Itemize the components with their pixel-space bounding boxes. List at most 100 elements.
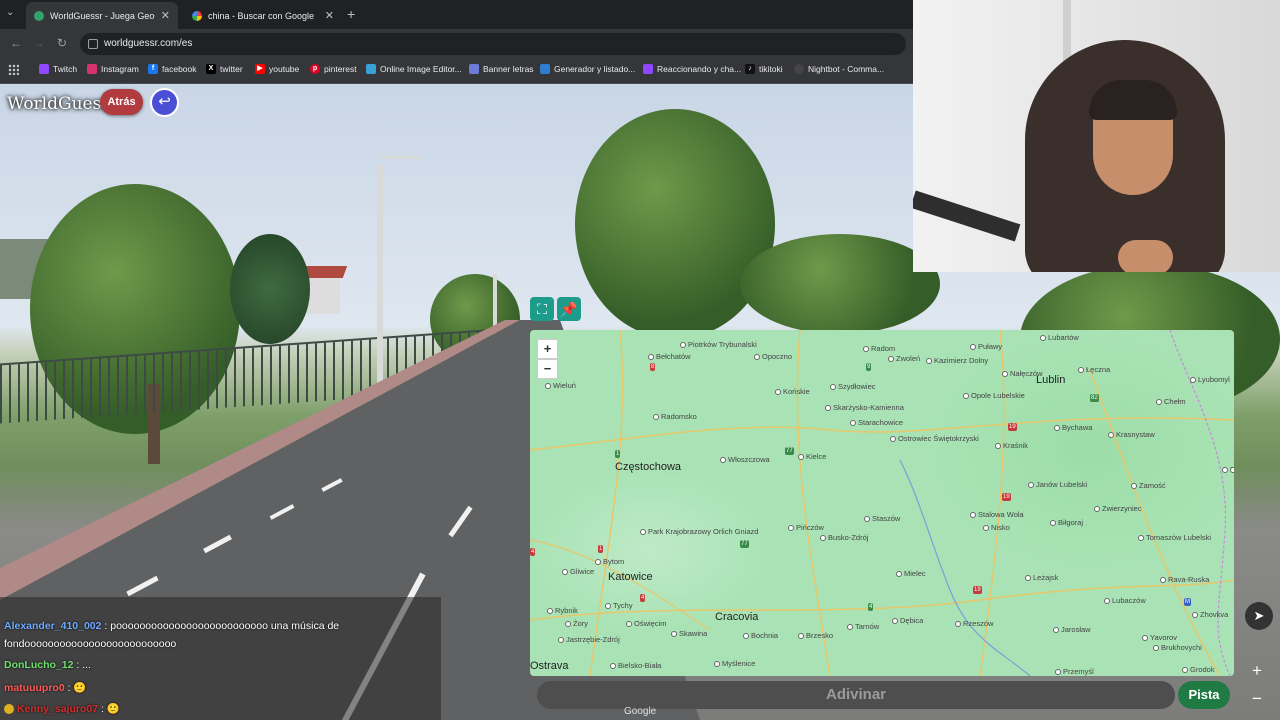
map-city-label: Radomsko xyxy=(653,412,697,421)
map-city-label: Zhovkva xyxy=(1192,610,1228,619)
bookmark-nightbot[interactable]: Nightbot - Comma... xyxy=(794,64,884,74)
map-city-label: Bochnia xyxy=(743,631,778,640)
back-button[interactable]: Atrás xyxy=(100,89,143,115)
map-city-label: Jarosław xyxy=(1053,625,1091,634)
twitch-icon xyxy=(39,64,49,74)
map-city-label: Włoszczowa xyxy=(720,455,770,464)
map-city-label: Leżajsk xyxy=(1025,573,1058,582)
expand-icon: ⛶ xyxy=(537,301,547,317)
zoom-in-button[interactable]: + xyxy=(537,339,558,359)
new-tab-icon[interactable]: + xyxy=(347,6,355,22)
bookmark-label: Online Image Editor... xyxy=(380,64,462,74)
bookmark-label: Generador y listado... xyxy=(554,64,636,74)
compass-icon[interactable]: ➤ xyxy=(1245,602,1273,630)
mic-arm xyxy=(913,190,1021,242)
map-city-label: Krasnystaw xyxy=(1108,430,1155,439)
twitch-icon xyxy=(643,64,653,74)
zoom-out-button[interactable]: − xyxy=(537,359,558,379)
tab-worldguessr[interactable]: WorldGuessr - Juega GeoGuessr ✕ xyxy=(26,2,178,29)
bookmark-tikitoki[interactable]: ♪ tikitoki xyxy=(745,64,783,74)
map-city-label: Katowice xyxy=(608,571,653,583)
bookmark-banner-letras[interactable]: Banner letras xyxy=(469,64,534,74)
bookmark-label: tikitoki xyxy=(759,64,783,74)
map-city-label: Bielsko-Biała xyxy=(610,661,661,670)
bookmark-youtube[interactable]: ▶ youtube xyxy=(255,64,299,74)
tab-search-icon[interactable]: ⌄ xyxy=(6,7,14,18)
map-city-label: Ostrowiec Świętokrzyski xyxy=(890,434,979,443)
road-shield-icon: 19 xyxy=(973,586,982,594)
bookmarks-bar: Twitch Instagram f facebook Xtwitter ▶ you… xyxy=(0,58,913,84)
map-city-label: Staszów xyxy=(864,514,900,523)
map-city-label: Radom xyxy=(863,344,895,353)
back-arrow-icon[interactable]: ← xyxy=(10,36,22,50)
road-shield-icon: 4 xyxy=(530,548,536,556)
road-shield-icon: 77 xyxy=(785,447,794,455)
tab-google-search[interactable]: china - Buscar con Google ✕ xyxy=(184,2,342,29)
chat-message: DonLucho_12 : ... xyxy=(4,659,91,671)
url-input[interactable]: worldguessr.com/es xyxy=(80,33,906,55)
youtube-icon: ▶ xyxy=(255,64,265,74)
chat-username: DonLucho_12 xyxy=(4,659,74,671)
worldguessr-favicon xyxy=(34,10,44,21)
chat-message: fondoooooooooooooooooooooooooo xyxy=(4,638,176,650)
map-city-label: Wieluń xyxy=(545,381,576,390)
map-city-label: Żory xyxy=(565,619,588,628)
bookmark-online-image-editor[interactable]: Online Image Editor... xyxy=(366,64,462,74)
apps-grid-icon[interactable] xyxy=(8,64,19,75)
guess-button[interactable]: Adivinar xyxy=(537,681,1175,709)
road-shield-icon: 19 xyxy=(1002,493,1011,501)
pin-icon: 📌 xyxy=(560,301,578,317)
expand-map-button[interactable]: ⛶ xyxy=(530,297,554,321)
map-city-label: Stalowa Wola xyxy=(970,510,1024,519)
stream-chat: Alexander_410_002 : pooooooooooooooooooo… xyxy=(0,597,441,720)
map-city-label: Końskie xyxy=(775,387,810,396)
map-city-label: Cracovia xyxy=(715,611,759,623)
bookmark-label: Twitch xyxy=(53,64,78,74)
reload-icon[interactable]: ↻ xyxy=(57,36,67,50)
map-city-label: Tomaszów Lubelski xyxy=(1138,533,1211,542)
map-city-label: Opole Lubelskie xyxy=(963,391,1025,400)
bookmark-generador[interactable]: Generador y listado... xyxy=(540,64,635,74)
chat-text: : poooooooooooooooooooooooooo una música… xyxy=(104,620,340,632)
return-to-start-button[interactable]: ↩ xyxy=(150,88,179,117)
map-city-label: Zamość xyxy=(1131,481,1166,490)
bookmark-facebook[interactable]: f facebook xyxy=(148,64,197,74)
banner-icon xyxy=(469,64,479,74)
map-city-label: Brukhovychi xyxy=(1153,643,1202,652)
map-city-label: Biłgoraj xyxy=(1050,518,1083,527)
bookmark-twitter[interactable]: Xtwitter xyxy=(206,64,243,74)
map-city-label: Volodymyr xyxy=(1230,465,1234,474)
chat-username: Kenny_sajuro07 xyxy=(16,703,99,715)
map-city-label: Ostrava xyxy=(530,660,569,672)
bookmark-label: Banner letras xyxy=(483,64,534,74)
tab-bar: ⌄ WorldGuessr - Juega GeoGuessr ✕ china … xyxy=(0,0,913,29)
map-city-label: Zwierzyniec xyxy=(1094,504,1142,513)
map-city-label: Lublin xyxy=(1036,374,1066,386)
subscriber-badge-icon xyxy=(4,704,14,715)
bookmark-reaccionando[interactable]: Reaccionando y cha... xyxy=(643,64,741,74)
close-tab-icon[interactable]: ✕ xyxy=(325,9,334,22)
bookmark-label: facebook xyxy=(162,64,197,74)
site-info-icon[interactable] xyxy=(88,39,98,49)
map-city-label: Chełm xyxy=(1156,397,1186,406)
guess-map[interactable]: 8 9 82 19 1 77 19 77 1 4 19 4 M 4 Piotrk… xyxy=(530,330,1234,676)
street-zoom-out-icon[interactable]: − xyxy=(1245,688,1269,710)
bookmark-pinterest[interactable]: p pinterest xyxy=(310,64,357,74)
forward-arrow-icon[interactable]: → xyxy=(33,36,45,50)
hint-button[interactable]: Pista xyxy=(1178,681,1230,709)
map-city-label: Szydłowiec xyxy=(830,382,876,391)
pin-map-button[interactable]: 📌 xyxy=(557,297,581,321)
bookmark-instagram[interactable]: Instagram xyxy=(87,64,139,74)
tab-title: WorldGuessr - Juega GeoGuessr xyxy=(50,10,155,21)
map-city-label: Tarnów xyxy=(847,622,879,631)
street-zoom-in-icon[interactable]: + xyxy=(1245,660,1269,682)
tab-title: china - Buscar con Google xyxy=(208,10,315,21)
map-city-label: Dębica xyxy=(892,616,923,625)
road-shield-icon: 4 xyxy=(640,594,646,602)
google-watermark: Google xyxy=(624,706,657,717)
bookmark-twitch[interactable]: Twitch xyxy=(39,64,77,74)
close-tab-icon[interactable]: ✕ xyxy=(161,9,170,22)
bookmark-label: Nightbot - Comma... xyxy=(808,64,885,74)
map-city-label: Park Krajobrazowy Orlich Gniazd xyxy=(640,527,758,536)
road-shield-icon: 82 xyxy=(1090,394,1099,402)
